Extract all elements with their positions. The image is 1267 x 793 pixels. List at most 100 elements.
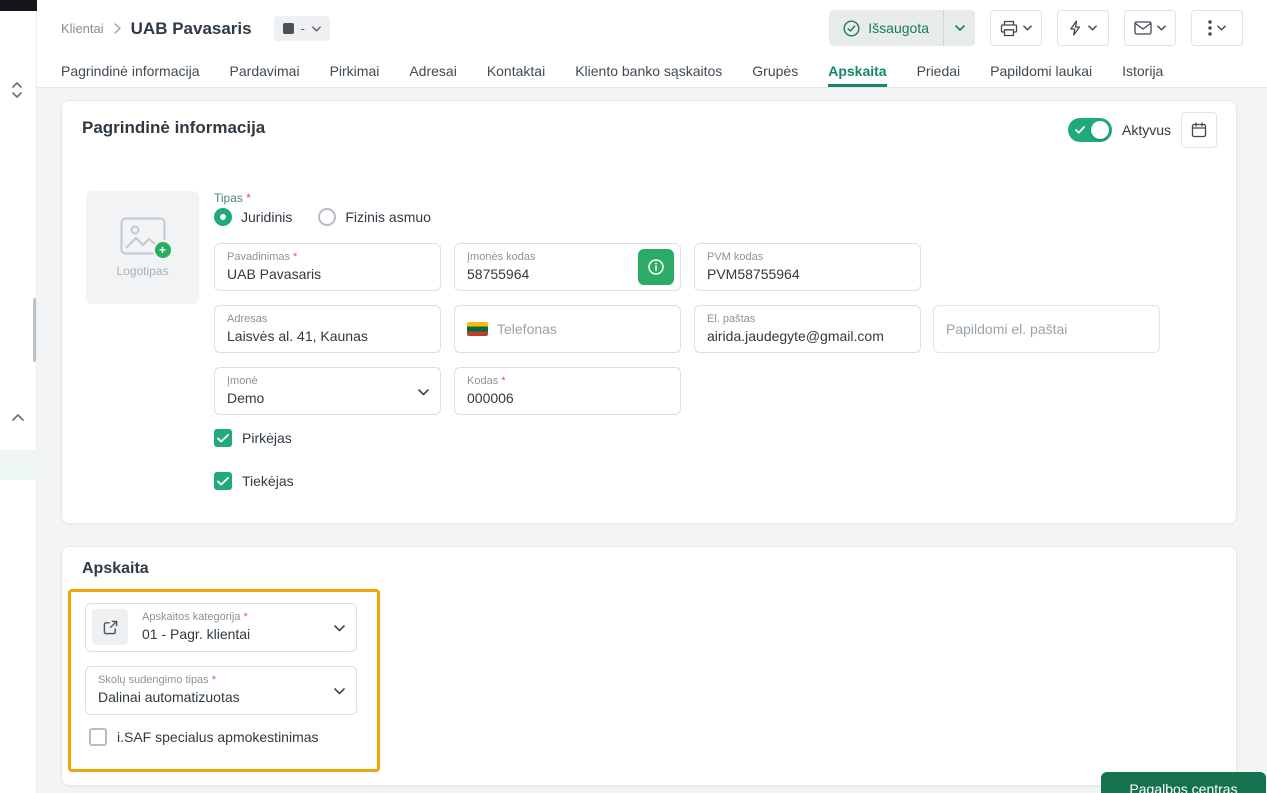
- type-radio-group: Juridinis Fizinis asmuo: [214, 208, 431, 226]
- general-card-title: Pagrindinė informacija: [82, 118, 265, 138]
- info-icon: [647, 258, 665, 276]
- breadcrumb-section[interactable]: Klientai: [61, 21, 104, 36]
- envelope-icon: [1134, 21, 1152, 35]
- sidebar-scrollbar[interactable]: [33, 298, 36, 362]
- tab-pirkimai[interactable]: Pirkimai: [330, 57, 380, 87]
- field-adresas[interactable]: Adresas Laisvės al. 41, Kaunas: [214, 305, 441, 353]
- logo-label: Logotipas: [116, 264, 168, 278]
- left-sidebar: [0, 0, 37, 793]
- logo-upload[interactable]: + Logotipas: [86, 191, 199, 304]
- save-status-main[interactable]: Išsaugota: [829, 10, 943, 46]
- chevron-down-icon: [955, 25, 965, 31]
- tab-papildomi-laukai[interactable]: Papildomi laukai: [990, 57, 1092, 87]
- tab-kliento-banko-saskaitos[interactable]: Kliento banko sąskaitos: [575, 57, 722, 87]
- radio-juridinis[interactable]: Juridinis: [214, 208, 292, 226]
- chevron-down-icon: [312, 26, 321, 32]
- field-skolu-sudengimo-tipas[interactable]: Skolų sudengimo tipas Dalinai automatizu…: [85, 666, 357, 715]
- chevron-down-icon: [418, 389, 429, 396]
- required-asterisk: [290, 251, 297, 263]
- chevron-down-icon: [1088, 25, 1097, 31]
- header: Klientai UAB Pavasaris - Išsaugota: [37, 0, 1267, 88]
- radio-fizinis-asmuo[interactable]: Fizinis asmuo: [318, 208, 431, 226]
- chevron-down-icon: [1023, 25, 1032, 31]
- checkbox-pirkejas[interactable]: Pirkėjas: [214, 429, 292, 447]
- calendar-icon: [1191, 122, 1207, 138]
- page-title: UAB Pavasaris: [131, 19, 252, 39]
- save-options-button[interactable]: [944, 10, 975, 46]
- toggle-knob: [1091, 121, 1109, 139]
- lightning-icon: [1069, 20, 1083, 36]
- apskaita-card-title: Apskaita: [82, 560, 149, 578]
- chevron-down-icon: [1157, 25, 1166, 31]
- quick-actions-button[interactable]: [1057, 10, 1109, 46]
- checkbox-unchecked-icon: [89, 728, 107, 746]
- tab-grupes[interactable]: Grupės: [752, 57, 798, 87]
- open-category-button[interactable]: [92, 609, 128, 645]
- breadcrumb: Klientai UAB Pavasaris -: [61, 0, 330, 57]
- required-asterisk: [240, 611, 247, 623]
- general-card-controls: Aktyvus: [1068, 112, 1217, 148]
- check-circle-icon: [843, 20, 860, 37]
- field-telefonas[interactable]: Telefonas: [454, 305, 681, 353]
- tab-bar: Pagrindinė informacija Pardavimai Pirkimai…: [61, 57, 1243, 87]
- record-quick-value: -: [301, 21, 305, 36]
- tab-pardavimai[interactable]: Pardavimai: [230, 57, 300, 87]
- chevron-down-icon: [334, 625, 345, 632]
- chevron-down-icon: [1217, 25, 1226, 31]
- field-el-pastas[interactable]: El. paštas airida.jaudegyte@gmail.com: [694, 305, 921, 353]
- more-options-button[interactable]: [1191, 10, 1243, 46]
- sidebar-collapse-icon[interactable]: [12, 414, 24, 421]
- help-center-label: Pagalbos centras: [1129, 781, 1237, 793]
- field-kodas[interactable]: Kodas 000006: [454, 367, 681, 415]
- print-button[interactable]: [990, 10, 1042, 46]
- printer-icon: [1000, 20, 1018, 37]
- extra-emails-placeholder: Papildomi el. paštai: [946, 321, 1067, 337]
- checkbox-label: Pirkėjas: [242, 430, 292, 446]
- apskaita-card: Apskaita Apskaitos kategorija 01 - Pagr.…: [61, 546, 1237, 786]
- field-pvm-kodas[interactable]: PVM kodas PVM58755964: [694, 243, 921, 291]
- help-center-button[interactable]: Pagalbos centras: [1101, 772, 1266, 793]
- record-quick-menu[interactable]: -: [274, 16, 330, 41]
- save-status-label: Išsaugota: [868, 20, 929, 36]
- calendar-button[interactable]: [1181, 112, 1217, 148]
- field-pavadinimas[interactable]: Pavadinimas UAB Pavasaris: [214, 243, 441, 291]
- sidebar-expand-icon[interactable]: [9, 80, 25, 100]
- email-button[interactable]: [1124, 10, 1176, 46]
- external-link-icon: [103, 620, 118, 635]
- active-toggle[interactable]: [1068, 118, 1112, 142]
- tab-pagrindine-informacija[interactable]: Pagrindinė informacija: [61, 57, 200, 87]
- sidebar-active-item[interactable]: [0, 450, 37, 480]
- record-status-square-icon: [283, 23, 294, 34]
- radio-unselected-icon: [318, 208, 336, 226]
- type-label: Tipas: [214, 191, 251, 205]
- checkbox-label: Tiekėjas: [242, 473, 294, 489]
- company-code-info-button[interactable]: [638, 249, 674, 285]
- phone-placeholder: Telefonas: [497, 321, 557, 337]
- check-icon: [1075, 126, 1085, 134]
- add-logo-icon: +: [153, 240, 173, 260]
- chevron-down-icon: [334, 688, 345, 695]
- save-status-button[interactable]: Išsaugota: [829, 10, 975, 46]
- checkbox-checked-icon: [214, 472, 232, 490]
- sidebar-logo-block: [0, 0, 37, 11]
- field-imone[interactable]: Įmonė Demo: [214, 367, 441, 415]
- required-asterisk: [498, 375, 505, 387]
- checkbox-label: i.SAF specialus apmokestinimas: [117, 729, 319, 745]
- field-papildomi-el-pastai[interactable]: Papildomi el. paštai: [933, 305, 1160, 353]
- required-asterisk: [243, 191, 251, 205]
- chevron-right-icon: [114, 23, 121, 34]
- checkbox-tiekejas[interactable]: Tiekėjas: [214, 472, 294, 490]
- active-toggle-label: Aktyvus: [1122, 122, 1171, 138]
- tab-kontaktai[interactable]: Kontaktai: [487, 57, 545, 87]
- tab-priedai[interactable]: Priedai: [917, 57, 961, 87]
- field-apskaitos-kategorija[interactable]: Apskaitos kategorija 01 - Pagr. klientai: [85, 603, 357, 652]
- lithuania-flag-icon[interactable]: [467, 322, 488, 336]
- tab-apskaita[interactable]: Apskaita: [828, 57, 886, 87]
- radio-label: Fizinis asmuo: [345, 209, 431, 225]
- checkbox-isaf[interactable]: i.SAF specialus apmokestinimas: [89, 728, 319, 746]
- client-detail-page: Klientai UAB Pavasaris - Išsaugota: [0, 0, 1267, 793]
- tab-istorija[interactable]: Istorija: [1122, 57, 1163, 87]
- general-info-card: Pagrindinė informacija Aktyvus +: [61, 100, 1237, 524]
- tab-adresai[interactable]: Adresai: [409, 57, 456, 87]
- radio-selected-icon: [214, 208, 232, 226]
